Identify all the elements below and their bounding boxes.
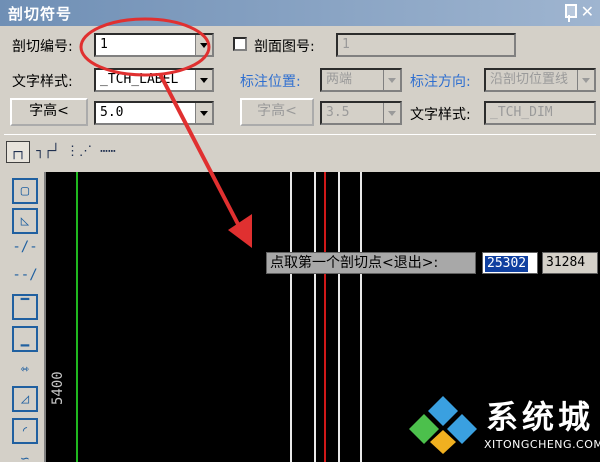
watermark-name: 系统城 xyxy=(486,398,595,436)
area-icon[interactable]: ◺ xyxy=(12,208,38,234)
dialog-title: 剖切符号 xyxy=(8,5,73,23)
command-prompt: 点取第一个剖切点<退出>: xyxy=(266,252,476,274)
section-view-label: 剖面图号: xyxy=(254,39,315,55)
red-axis-line xyxy=(324,172,326,462)
section-symbol-dialog: 剖切符号 ✕ 剖切编号: 1 剖面图号: 1 文字样式: _TCH_LABEL … xyxy=(0,0,600,172)
close-icon[interactable]: ✕ xyxy=(581,2,594,21)
label-direction-value: 沿剖切位置线 xyxy=(490,72,569,87)
green-axis-line xyxy=(76,172,78,462)
symbol-style-toolstrip: ┌┐ ┐┌┘ ⋮⋰ ⋯⋯ xyxy=(4,134,596,168)
dialog-titlebar[interactable]: 剖切符号 ✕ xyxy=(0,0,600,26)
watermark-url: XITONGCHENG.COM xyxy=(484,438,600,451)
chevron-down-icon[interactable] xyxy=(577,70,594,90)
chevron-down-icon[interactable] xyxy=(383,103,400,123)
section-no-combo[interactable]: 1 xyxy=(94,33,214,57)
coord-x-value: 25302 xyxy=(485,256,529,272)
dim-bottom-icon[interactable]: ▁ xyxy=(12,326,38,352)
text-style-2-value: _TCH_DIM xyxy=(490,105,553,120)
angle-icon[interactable]: ◿ xyxy=(12,386,38,412)
dim-both-icon[interactable]: ⇿ xyxy=(12,358,38,384)
extra-icon[interactable]: ∽ xyxy=(12,448,38,462)
pin-icon[interactable] xyxy=(562,4,577,22)
arc-icon[interactable]: ◜ xyxy=(12,418,38,444)
wall-line-3 xyxy=(338,172,340,462)
section-view-field[interactable]: 1 xyxy=(336,33,516,57)
label-position-value: 两端 xyxy=(326,72,353,87)
coord-y-input[interactable]: 31284 xyxy=(542,252,598,274)
text-height-combo-2[interactable]: 3.5 xyxy=(320,101,402,125)
text-style-value: _TCH_LABEL xyxy=(100,72,179,87)
section-view-checkbox[interactable] xyxy=(233,37,247,51)
coord-x-input[interactable]: 25302 xyxy=(482,252,538,274)
text-style-label: 文字样式: xyxy=(12,74,73,90)
chevron-down-icon[interactable] xyxy=(195,103,212,123)
style-tool-3[interactable]: ⋮⋰ xyxy=(66,141,92,163)
text-height-button[interactable]: 字高< xyxy=(10,98,88,126)
chevron-down-icon[interactable] xyxy=(195,35,212,55)
wall-line-1 xyxy=(290,172,292,462)
text-style-combo[interactable]: _TCH_LABEL xyxy=(94,68,214,92)
watermark: 系统城 XITONGCHENG.COM xyxy=(404,390,600,462)
text-height-button-2[interactable]: 字高< xyxy=(240,98,314,126)
wall-line-4 xyxy=(360,172,362,462)
text-height-value: 5.0 xyxy=(100,105,124,120)
section-no-label: 剖切编号: xyxy=(12,39,73,55)
dim-left-icon[interactable]: -/- xyxy=(12,236,38,262)
style-tool-1[interactable]: ┌┐ xyxy=(6,141,30,163)
dim-top-icon[interactable]: ▔ xyxy=(12,294,38,320)
label-position-combo[interactable]: 两端 xyxy=(320,68,402,92)
rect-select-icon[interactable]: ▢ xyxy=(12,178,38,204)
section-view-value: 1 xyxy=(342,37,350,52)
dimension-number: 5400 xyxy=(50,371,66,405)
style-tool-4[interactable]: ⋯⋯ xyxy=(96,141,120,163)
text-style-2-field[interactable]: _TCH_DIM xyxy=(484,101,596,125)
label-direction-combo[interactable]: 沿剖切位置线 xyxy=(484,68,596,92)
style-tool-2[interactable]: ┐┌┘ xyxy=(36,141,60,163)
wall-line-2 xyxy=(314,172,316,462)
section-no-value: 1 xyxy=(100,37,108,52)
label-position-label: 标注位置: xyxy=(240,74,301,90)
label-direction-label: 标注方向: xyxy=(410,74,471,90)
chevron-down-icon[interactable] xyxy=(383,70,400,90)
text-style-2-label: 文字样式: xyxy=(410,107,471,123)
text-height-combo[interactable]: 5.0 xyxy=(94,101,214,125)
dim-right-icon[interactable]: --/ xyxy=(12,264,38,290)
chevron-down-icon[interactable] xyxy=(195,70,212,90)
watermark-logo-icon xyxy=(409,396,477,454)
left-toolbar: ▢ ◺ -/- --/ ▔ ▁ ⇿ ◿ ◜ ∽ xyxy=(0,172,46,462)
text-height-value-2: 3.5 xyxy=(326,105,350,120)
